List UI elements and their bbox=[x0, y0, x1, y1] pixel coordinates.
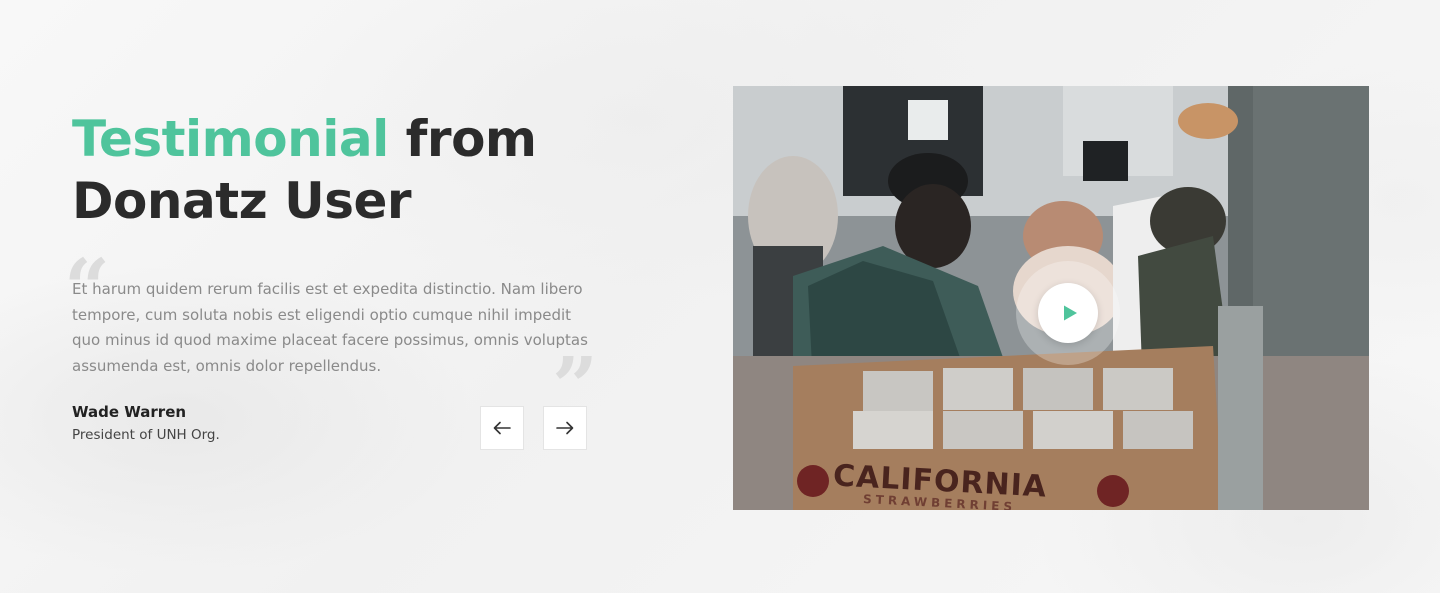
author-name: Wade Warren bbox=[72, 403, 187, 421]
arrow-right-icon bbox=[556, 421, 574, 435]
play-button[interactable] bbox=[1038, 283, 1098, 343]
section-heading: Testimonial from Donatz User bbox=[72, 108, 537, 232]
heading-line2: Donatz User bbox=[72, 172, 412, 230]
play-icon bbox=[1063, 305, 1077, 321]
testimonial-text: Et harum quidem rerum facilis est et exp… bbox=[72, 280, 588, 375]
prev-button[interactable] bbox=[480, 406, 524, 450]
play-button-ring bbox=[1016, 261, 1120, 365]
heading-rest: from bbox=[388, 110, 537, 168]
video-thumbnail[interactable]: CALIFORNIA STRAWBERRIES bbox=[733, 86, 1369, 510]
author-role: President of UNH Org. bbox=[72, 427, 220, 443]
arrow-left-icon bbox=[493, 421, 511, 435]
testimonial-section: Testimonial from Donatz User “ Et harum … bbox=[0, 0, 1440, 593]
heading-accent: Testimonial bbox=[72, 110, 389, 168]
next-button[interactable] bbox=[543, 406, 587, 450]
